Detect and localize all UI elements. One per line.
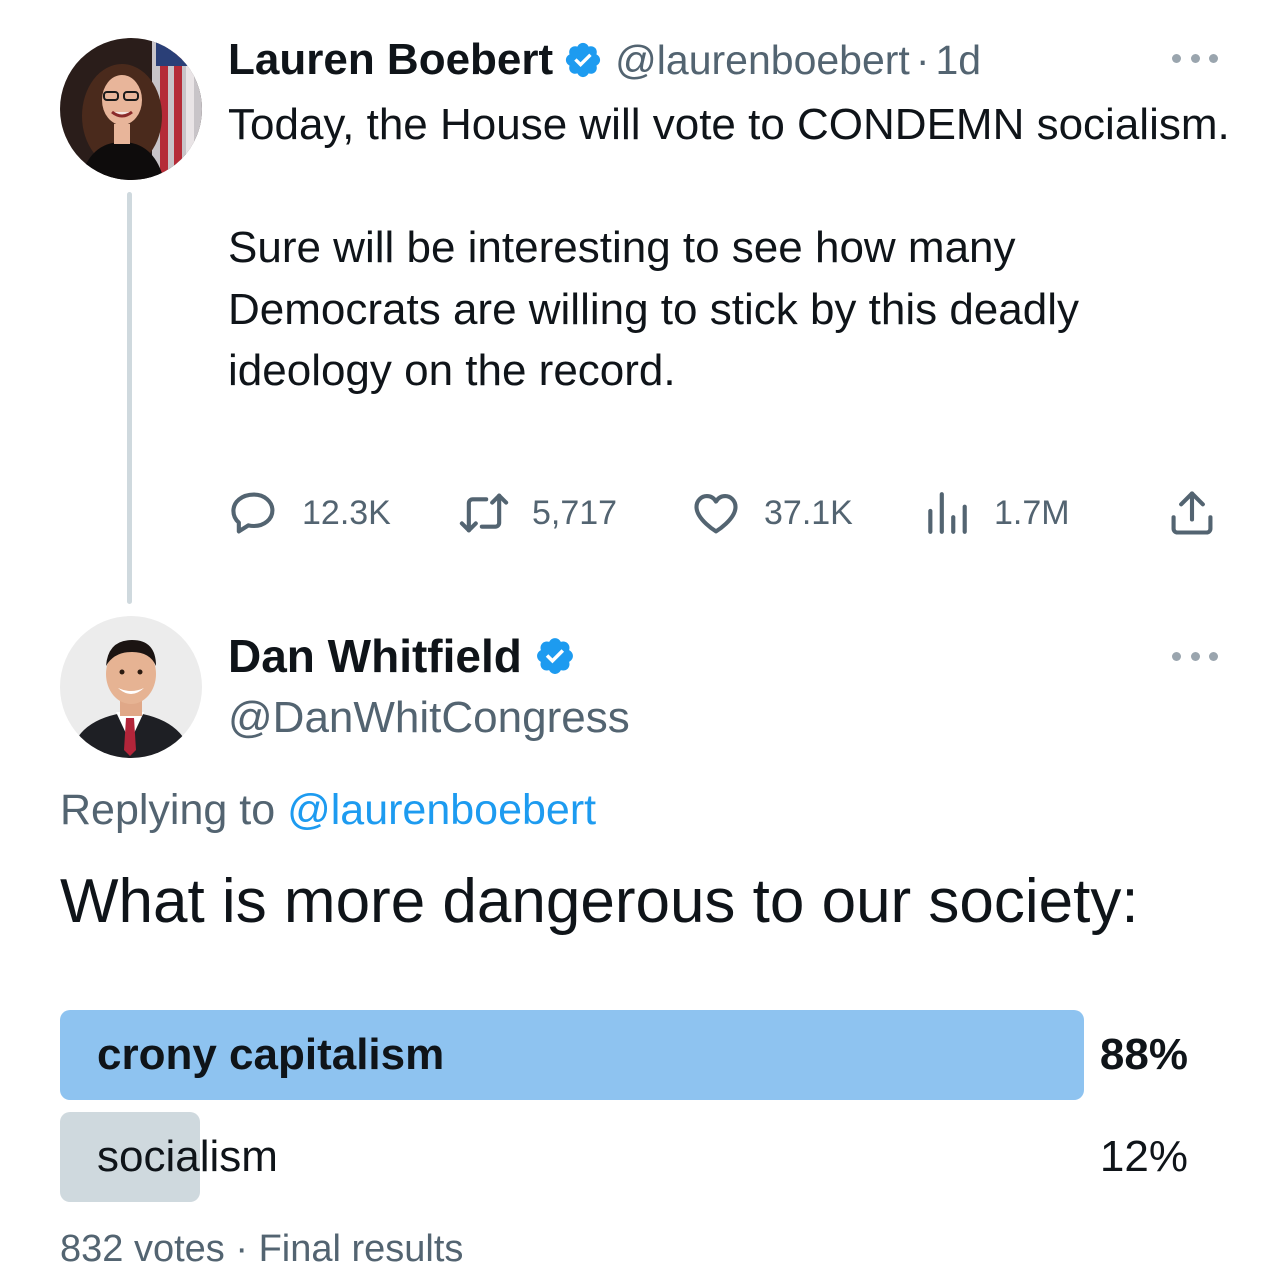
tweet-header: Lauren Boebert @laurenboebert · 1d [228,30,981,90]
poll-question: What is more dangerous to our society: [60,867,1139,936]
tweet-body: Today, the House will vote to CONDEMN so… [228,94,1238,402]
more-icon[interactable] [1172,650,1218,662]
separator-dot: · [915,36,930,83]
share-button[interactable] [1166,486,1218,540]
verified-badge-icon [534,635,576,677]
replying-prefix: Replying to [60,786,288,834]
reply-header: Dan Whitfield [228,624,576,688]
poll-option-label: crony capitalism [97,1030,445,1079]
separator-dot: · [235,1228,249,1270]
share-icon [1166,487,1218,539]
tweet-text-blank-line [228,156,1238,218]
views-count: 1.7M [994,493,1070,532]
retweet-icon [456,487,512,539]
retweet-button[interactable]: 5,717 [456,486,617,540]
reply-button[interactable]: 12.3K [228,486,391,540]
reply-count: 12.3K [302,493,391,532]
replying-to-link[interactable]: @laurenboebert [287,786,596,834]
poll-option-percent: 88% [1099,1030,1188,1079]
reply-icon [228,487,280,539]
tweet-text-line: Today, the House will vote to CONDEMN so… [228,100,1230,149]
poll-option: socialism 12% [60,1112,1188,1202]
author-avatar[interactable] [60,38,202,180]
like-button[interactable]: 37.1K [690,486,853,540]
like-count: 37.1K [764,493,853,532]
poll-status: Final results [258,1228,464,1270]
like-icon [690,487,742,539]
views-icon [922,487,972,539]
poll-option: crony capitalism 88% [60,1010,1188,1100]
author-handle[interactable]: @laurenboebert [615,37,910,84]
thread-connector-line [127,192,132,604]
retweet-count: 5,717 [532,493,618,532]
poll-option-label: socialism [97,1132,278,1181]
replying-to: Replying to @laurenboebert [60,780,596,840]
poll-option-percent: 12% [1099,1132,1188,1181]
more-icon[interactable] [1172,52,1218,64]
views-button[interactable]: 1.7M [922,486,1070,540]
poll-footer: 832 votes · Final results [60,1222,463,1276]
tweet-timestamp[interactable]: 1d [935,37,981,84]
author-avatar[interactable] [60,616,202,758]
verified-badge-icon [563,40,603,80]
author-name[interactable]: Lauren Boebert [228,35,553,85]
author-handle[interactable]: @DanWhitCongress [228,688,630,748]
poll-vote-count: 832 votes [60,1228,225,1270]
author-name[interactable]: Dan Whitfield [228,629,522,683]
tweet-text-line: Sure will be interesting to see how many… [228,223,1079,395]
